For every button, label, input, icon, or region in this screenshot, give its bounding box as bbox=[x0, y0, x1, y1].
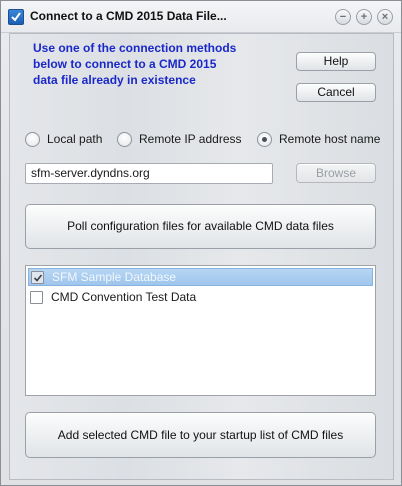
list-item-checkbox[interactable] bbox=[31, 270, 44, 284]
radio-local-path-label: Local path bbox=[47, 132, 103, 146]
radio-remote-ip-label: Remote IP address bbox=[139, 132, 242, 146]
poll-config-button[interactable]: Poll configuration files for available C… bbox=[25, 204, 376, 249]
window-title: Connect to a CMD 2015 Data File... bbox=[30, 9, 227, 23]
data-file-list[interactable]: SFM Sample Database CMD Convention Test … bbox=[25, 265, 376, 396]
minimize-button[interactable]: − bbox=[335, 9, 351, 25]
title-bar[interactable]: Connect to a CMD 2015 Data File... − + × bbox=[1, 1, 401, 33]
list-item-checkbox[interactable] bbox=[30, 290, 43, 304]
cancel-button[interactable]: Cancel bbox=[296, 83, 376, 102]
radio-local-path-circle[interactable] bbox=[25, 131, 40, 147]
list-item[interactable]: SFM Sample Database bbox=[28, 268, 373, 286]
radio-remote-ip[interactable]: Remote IP address bbox=[117, 131, 242, 147]
add-to-startup-button[interactable]: Add selected CMD file to your startup li… bbox=[25, 412, 376, 458]
app-icon bbox=[8, 9, 24, 25]
close-button[interactable]: × bbox=[377, 9, 393, 25]
list-item-label: CMD Convention Test Data bbox=[51, 290, 197, 304]
radio-remote-ip-circle[interactable] bbox=[117, 131, 132, 147]
browse-button: Browse bbox=[296, 163, 376, 183]
help-button[interactable]: Help bbox=[296, 52, 376, 71]
maximize-button[interactable]: + bbox=[356, 9, 372, 25]
radio-remote-host-circle[interactable] bbox=[257, 131, 272, 147]
dialog-window: Connect to a CMD 2015 Data File... − + ×… bbox=[0, 0, 402, 486]
instructions-text: Use one of the connection methods below … bbox=[33, 41, 237, 87]
radio-remote-host[interactable]: Remote host name bbox=[257, 131, 380, 147]
radio-local-path[interactable]: Local path bbox=[25, 131, 102, 147]
list-item-label: SFM Sample Database bbox=[52, 270, 177, 284]
radio-remote-host-label: Remote host name bbox=[279, 132, 381, 146]
host-name-input[interactable]: sfm-server.dyndns.org bbox=[25, 163, 273, 184]
list-item[interactable]: CMD Convention Test Data bbox=[28, 288, 373, 306]
